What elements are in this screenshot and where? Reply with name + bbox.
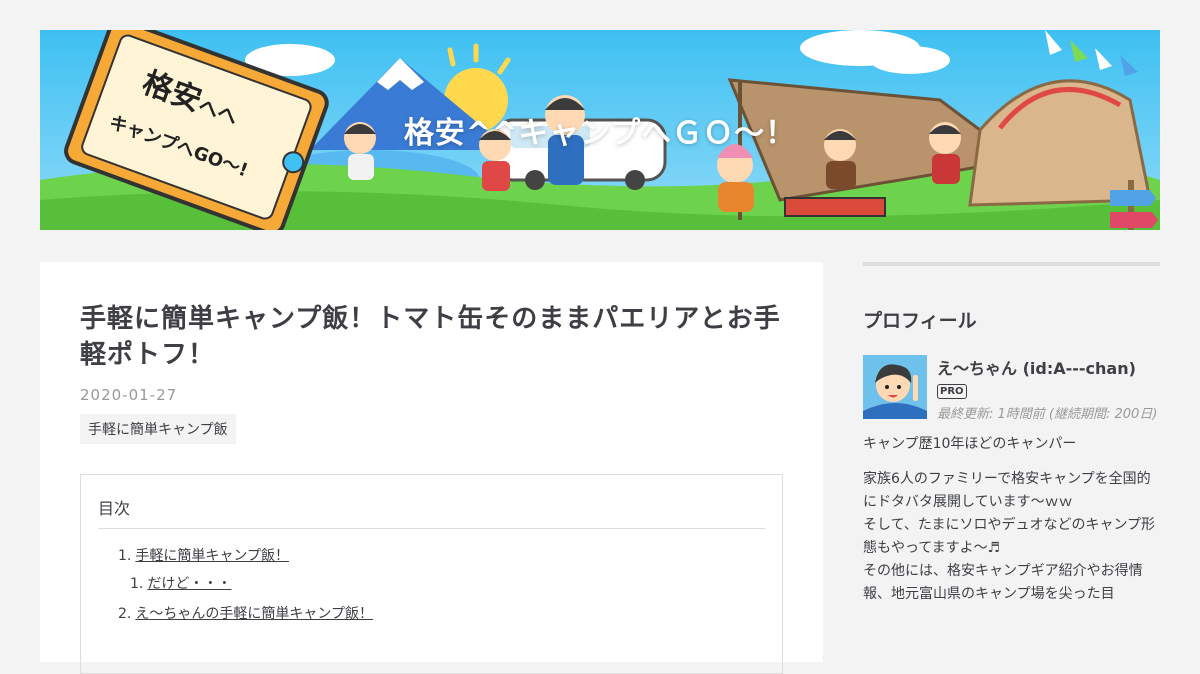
article-card: 手軽に簡単キャンプ飯！トマト缶そのままパエリアとお手軽ポトフ！ 2020-01-… [40, 262, 823, 674]
pro-badge: PRO [937, 384, 967, 399]
toc-link[interactable]: だけど・・・ [147, 576, 231, 592]
blog-title-link[interactable]: 格安^^キャンプへＧＯ～！ [40, 30, 1160, 230]
toc-number: 1. [130, 575, 144, 592]
toc-item: 2. え～ちゃんの手軽に簡単キャンプ飯！ [118, 603, 765, 623]
profile-description: キャンプ歴10年ほどのキャンパー 家族6人のファミリーで格安キャンプを全国的にド… [863, 433, 1160, 607]
entry-title[interactable]: 手軽に簡単キャンプ飯！トマト缶そのままパエリアとお手軽ポトフ！ [80, 302, 783, 374]
profile-avatar-icon[interactable] [863, 355, 927, 419]
profile-updated: 最終更新: 1時間前 (継続期間: 200日) [937, 407, 1158, 422]
table-of-contents: 目次 1. 手軽に簡単キャンプ飯！ 1. だけど・・・ 2. え～ちゃんの手軽に簡単キ… [80, 473, 783, 674]
toc-subitem: 1. だけど・・・ [130, 573, 765, 593]
blog-header: 格安へへ キャンプへGO～! 格安^^キャンプへＧＯ～！ [40, 30, 1160, 230]
sidebar-divider [863, 262, 1160, 266]
toc-title: 目次 [98, 495, 765, 529]
sidebar: プロフィール え～ちゃん (id:A---chan) PRO 最終更新: 1時間… [863, 262, 1160, 618]
profile-module-title: プロフィール [863, 310, 977, 332]
entry-date[interactable]: 2020-01-27 [80, 386, 783, 404]
profile-text-line: 家族6人のファミリーで格安キャンプを全国的にドタバタ展開しています～ｗｗ [863, 470, 1151, 510]
category-tag[interactable]: 手軽に簡単キャンプ飯 [80, 413, 236, 444]
toc-item: 1. 手軽に簡単キャンプ飯！ 1. だけど・・・ [118, 545, 765, 593]
toc-number: 2. [118, 605, 132, 622]
toc-link[interactable]: 手軽に簡単キャンプ飯！ [135, 548, 289, 564]
profile-name[interactable]: え～ちゃん (id:A---chan) [937, 355, 1157, 379]
profile-text: キャンプ歴10年ほどのキャンパー [863, 435, 1077, 452]
profile: え～ちゃん (id:A---chan) PRO 最終更新: 1時間前 (継続期間… [863, 355, 1160, 425]
profile-text-line: そして、たまにソロやデュオなどのキャンプ形態もやってますよ～♬ [863, 516, 1156, 556]
profile-text: 家族6人のファミリーで格安キャンプを全国的にドタバタ展開しています～ｗｗ そして、… [863, 468, 1160, 607]
toc-link[interactable]: え～ちゃんの手軽に簡単キャンプ飯！ [135, 606, 373, 622]
profile-text-line: その他には、格安キャンプギア紹介やお得情報、地元富山県のキャンプ場を尖った目 [863, 562, 1143, 603]
toc-number: 1. [118, 547, 132, 564]
